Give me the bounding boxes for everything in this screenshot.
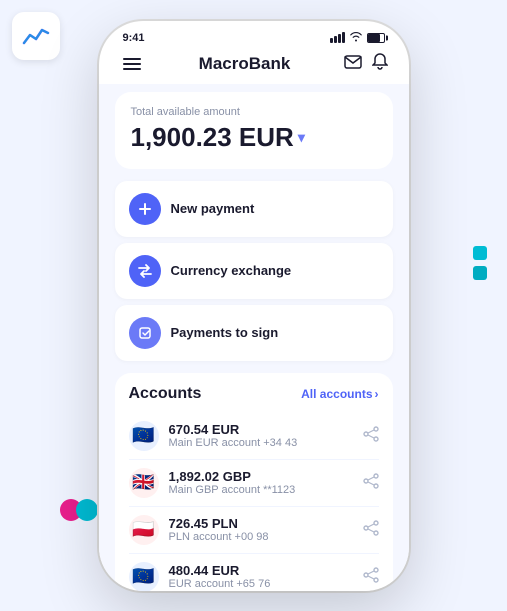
payments-to-sign-button[interactable]: Payments to sign xyxy=(115,305,393,361)
app-title: MacroBank xyxy=(199,54,291,74)
account-info-gbp1: 1,892.02 GBP Main GBP account **1123 xyxy=(169,469,353,496)
share-icon-pln1[interactable] xyxy=(363,520,379,539)
accounts-section: Accounts All accounts › 🇪🇺 670.54 EUR Ma… xyxy=(115,373,393,591)
account-flag-gbp1: 🇬🇧 xyxy=(129,468,159,498)
mail-icon[interactable] xyxy=(344,55,362,74)
deco-dots xyxy=(473,246,487,280)
all-accounts-label: All accounts xyxy=(301,387,372,401)
signal-icon xyxy=(330,32,345,43)
battery-icon xyxy=(367,33,385,43)
deco-circle-teal xyxy=(76,499,98,521)
account-row-eur1: 🇪🇺 670.54 EUR Main EUR account +34 43 xyxy=(129,413,379,460)
account-name-eur2: EUR account +65 76 xyxy=(169,578,353,590)
account-flag-pln1: 🇵🇱 xyxy=(129,515,159,545)
balance-dropdown-arrow[interactable]: ▾ xyxy=(298,129,305,146)
share-icon-gbp1[interactable] xyxy=(363,473,379,492)
balance-section: Total available amount 1,900.23 EUR ▾ xyxy=(115,92,393,169)
balance-label: Total available amount xyxy=(131,106,377,118)
account-info-pln1: 726.45 PLN PLN account +00 98 xyxy=(169,516,353,543)
new-payment-button[interactable]: New payment xyxy=(115,181,393,237)
currency-exchange-icon xyxy=(129,255,161,287)
accounts-title: Accounts xyxy=(129,385,202,403)
currency-exchange-button[interactable]: Currency exchange xyxy=(115,243,393,299)
account-name-eur1: Main EUR account +34 43 xyxy=(169,437,353,449)
phone-frame: 9:41 Ma xyxy=(99,21,409,591)
account-row-eur2: 🇪🇺 480.44 EUR EUR account +65 76 xyxy=(129,554,379,591)
chevron-right-icon: › xyxy=(375,387,379,401)
battery-fill xyxy=(368,34,381,42)
account-amount-gbp1: 1,892.02 GBP xyxy=(169,469,353,484)
account-amount-eur2: 480.44 EUR xyxy=(169,563,353,578)
deco-dot-1 xyxy=(473,246,487,260)
account-name-gbp1: Main GBP account **1123 xyxy=(169,484,353,496)
balance-amount: 1,900.23 EUR ▾ xyxy=(131,122,377,153)
notification-icon[interactable] xyxy=(372,53,388,76)
new-payment-icon xyxy=(129,193,161,225)
account-info-eur1: 670.54 EUR Main EUR account +34 43 xyxy=(169,422,353,449)
account-flag-eur2: 🇪🇺 xyxy=(129,562,159,591)
payments-to-sign-icon xyxy=(129,317,161,349)
currency-exchange-label: Currency exchange xyxy=(171,263,292,278)
action-buttons: New payment Currency exchange xyxy=(115,181,393,361)
new-payment-label: New payment xyxy=(171,201,255,216)
accounts-header: Accounts All accounts › xyxy=(129,385,379,403)
status-time: 9:41 xyxy=(123,32,145,44)
account-row-pln1: 🇵🇱 726.45 PLN PLN account +00 98 xyxy=(129,507,379,554)
main-content: Total available amount 1,900.23 EUR ▾ Ne… xyxy=(99,84,409,591)
nav-actions xyxy=(344,53,388,76)
share-icon-eur1[interactable] xyxy=(363,426,379,445)
account-name-pln1: PLN account +00 98 xyxy=(169,531,353,543)
account-row-gbp1: 🇬🇧 1,892.02 GBP Main GBP account **1123 xyxy=(129,460,379,507)
deco-chart xyxy=(12,12,60,60)
account-amount-eur1: 670.54 EUR xyxy=(169,422,353,437)
deco-circles xyxy=(60,499,98,521)
wifi-icon xyxy=(349,31,363,45)
payments-to-sign-label: Payments to sign xyxy=(171,325,279,340)
account-amount-pln1: 726.45 PLN xyxy=(169,516,353,531)
account-info-eur2: 480.44 EUR EUR account +65 76 xyxy=(169,563,353,590)
hamburger-menu[interactable] xyxy=(119,54,145,74)
status-icons xyxy=(330,31,385,45)
share-icon-eur2[interactable] xyxy=(363,567,379,586)
deco-dot-2 xyxy=(473,266,487,280)
status-bar: 9:41 xyxy=(99,21,409,49)
account-flag-eur1: 🇪🇺 xyxy=(129,421,159,451)
nav-bar: MacroBank xyxy=(99,49,409,84)
all-accounts-link[interactable]: All accounts › xyxy=(301,387,378,401)
